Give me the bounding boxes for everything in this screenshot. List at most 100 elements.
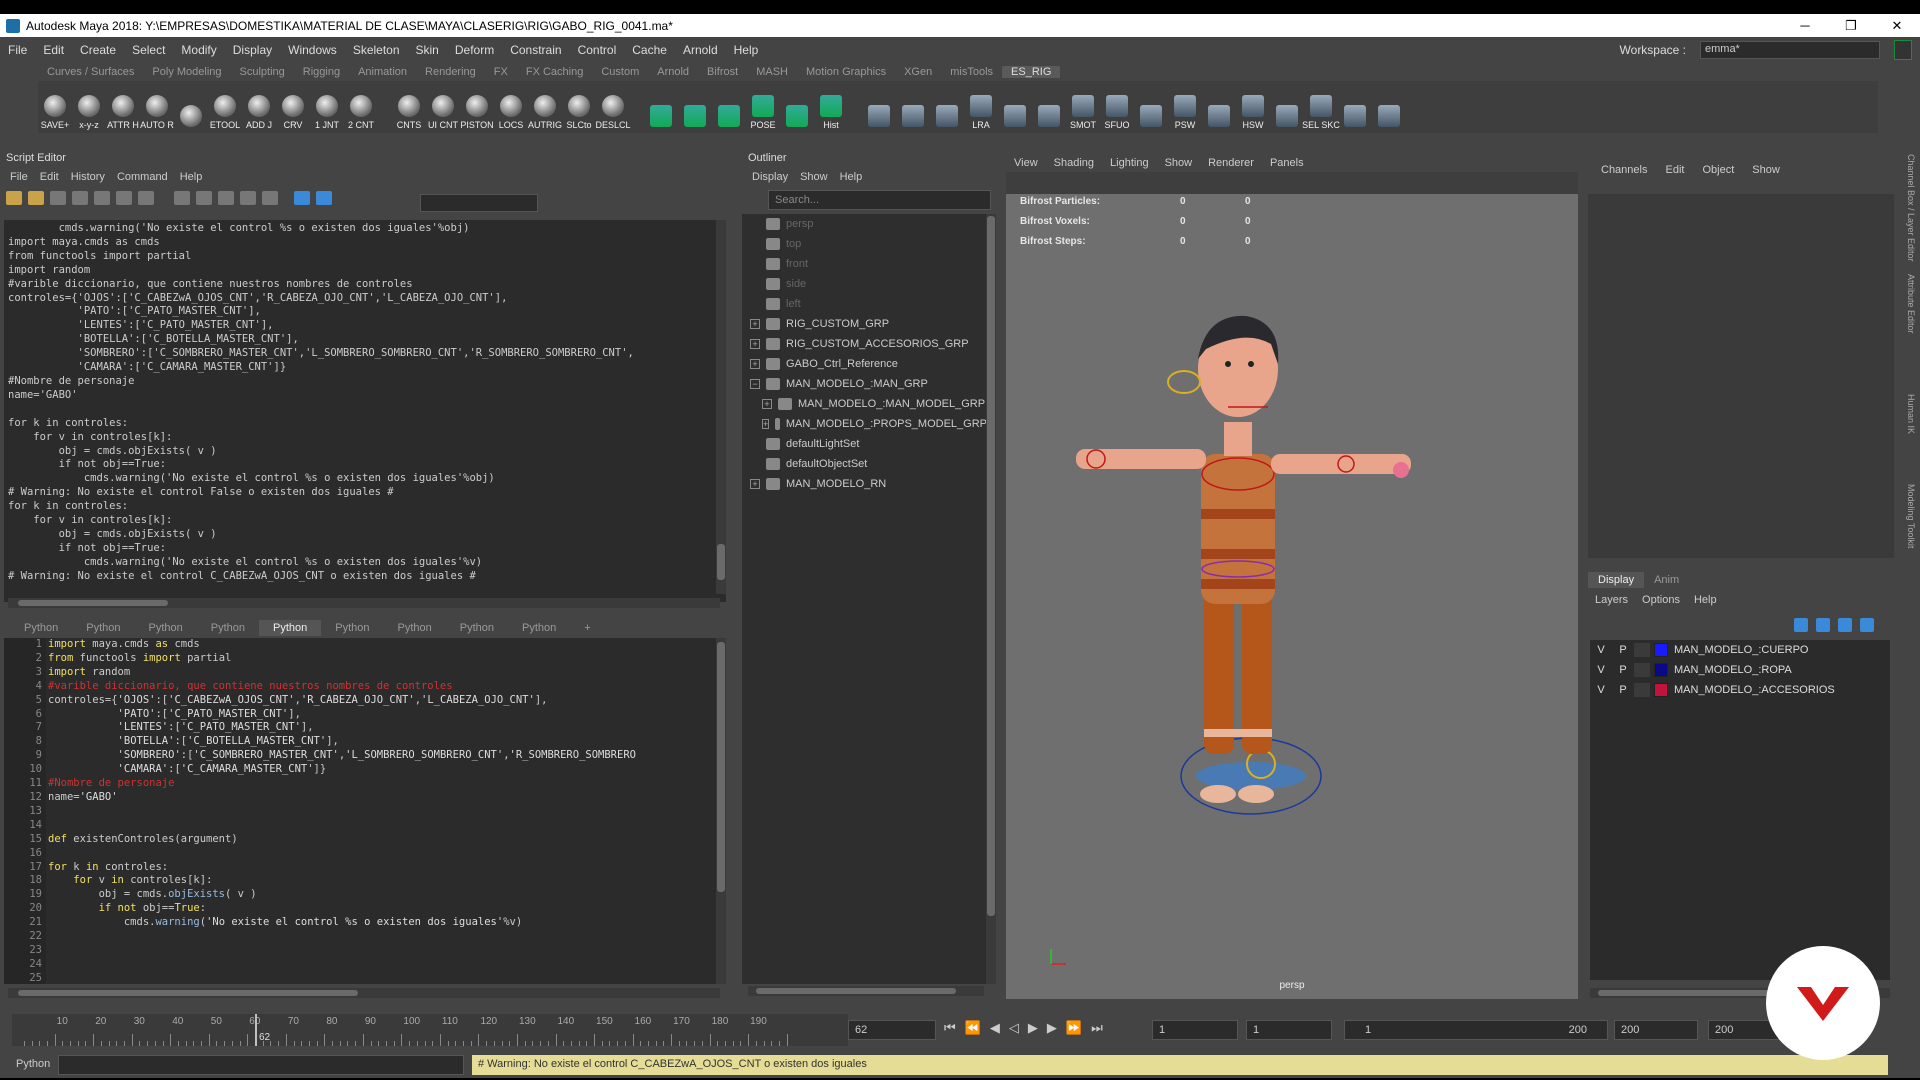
shelf-button[interactable]: 1 JNT <box>310 83 344 133</box>
viewport-menu-item[interactable]: Renderer <box>1200 157 1262 169</box>
outliner-item[interactable]: + RIG_CUSTOM_ACCESORIOS_GRP <box>742 334 987 354</box>
shelf-button[interactable] <box>998 83 1032 133</box>
shelf-tab[interactable]: Curves / Surfaces <box>38 66 143 78</box>
shelf-tab[interactable]: ES_RIG <box>1002 66 1061 78</box>
shelf-button[interactable]: ATTR H <box>106 83 140 133</box>
expand-icon[interactable]: + <box>750 319 760 329</box>
layer-color-swatch[interactable] <box>1654 643 1668 657</box>
layer-row[interactable]: V P MAN_MODELO_:ROPA <box>1590 660 1890 680</box>
load-script-icon[interactable] <box>28 191 44 205</box>
python-tab[interactable]: Python <box>259 620 322 636</box>
command-input[interactable] <box>58 1055 464 1075</box>
new-layer-icon[interactable] <box>1838 618 1852 632</box>
outliner-item[interactable]: + GABO_Ctrl_Reference <box>742 354 987 374</box>
outliner-item[interactable]: + MAN_MODELO_RN <box>742 474 987 494</box>
expand-icon[interactable]: + <box>762 399 772 409</box>
step-back-key-icon[interactable]: ⏪ <box>965 1020 990 1035</box>
show-history-icon[interactable] <box>174 191 190 205</box>
menu-item[interactable]: Display <box>225 43 280 57</box>
move-layer-up-icon[interactable] <box>1794 618 1808 632</box>
shelf-button[interactable] <box>1270 83 1304 133</box>
shelf-tab[interactable]: Motion Graphics <box>797 66 895 78</box>
shelf-button[interactable] <box>862 83 896 133</box>
shelf-button[interactable]: ADD J <box>242 83 276 133</box>
python-tab[interactable]: Python <box>384 620 446 636</box>
step-forward-frame-icon[interactable]: ▶ <box>1047 1020 1066 1035</box>
layer-playback-toggle[interactable]: P <box>1612 664 1634 676</box>
outliner-menu-item[interactable]: Show <box>794 171 834 183</box>
workspace-dropdown[interactable]: emma* <box>1700 41 1880 59</box>
shelf-tab[interactable]: XGen <box>895 66 941 78</box>
show-input-icon[interactable] <box>196 191 212 205</box>
menu-item[interactable]: Constrain <box>502 43 569 57</box>
python-tab[interactable]: Python <box>508 620 570 636</box>
shelf-button[interactable]: 2 CNT <box>344 83 378 133</box>
shelf-button[interactable]: LOCS <box>494 83 528 133</box>
layer-type-toggle[interactable] <box>1634 683 1650 697</box>
menu-item[interactable]: File <box>0 43 35 57</box>
play-back-icon[interactable]: ◁ <box>1009 1020 1028 1035</box>
history-vscroll-thumb[interactable] <box>717 544 725 580</box>
echo-commands-icon[interactable] <box>240 191 256 205</box>
menu-item[interactable]: Modify <box>173 43 224 57</box>
shelf-button[interactable]: AUTRIG <box>528 83 562 133</box>
shelf-button[interactable]: POSE <box>746 83 780 133</box>
menu-item[interactable]: Help <box>726 43 767 57</box>
outliner-item[interactable]: + RIG_CUSTOM_GRP <box>742 314 987 334</box>
layer-editor-tab[interactable]: Display <box>1588 572 1645 588</box>
outliner-hscroll[interactable] <box>748 986 984 996</box>
input-hscroll[interactable] <box>8 988 720 998</box>
expand-icon[interactable]: + <box>750 359 760 369</box>
shelf-button[interactable] <box>1202 83 1236 133</box>
python-tab[interactable]: Python <box>135 620 197 636</box>
range-start-field[interactable]: 1 <box>1152 1020 1238 1040</box>
shelf-button[interactable]: SMOT <box>1066 83 1100 133</box>
layer-type-toggle[interactable] <box>1634 663 1650 677</box>
shelf-tab[interactable]: FX Caching <box>517 66 592 78</box>
outliner-item[interactable]: + MAN_MODELO_:MAN_MODEL_GRP <box>742 394 987 414</box>
shelf-button[interactable]: Hist <box>814 83 848 133</box>
shelf-button[interactable]: x-y-z <box>72 83 106 133</box>
range-end-field[interactable]: 200 <box>1614 1020 1698 1040</box>
outliner-vscroll[interactable] <box>986 214 996 984</box>
layer-editor-menu-item[interactable]: Options <box>1635 594 1687 606</box>
range-inner-start-field[interactable]: 1 <box>1246 1020 1332 1040</box>
layer-visibility-toggle[interactable]: V <box>1590 684 1612 696</box>
outliner-item[interactable]: side <box>742 274 987 294</box>
shelf-tab[interactable]: FX <box>485 66 517 78</box>
outliner-item[interactable]: front <box>742 254 987 274</box>
shelf-button[interactable] <box>1338 83 1372 133</box>
step-forward-key-icon[interactable]: ⏩ <box>1066 1020 1091 1035</box>
add-tab-button[interactable]: + <box>570 620 604 636</box>
shelf-button[interactable]: PISTON <box>460 83 494 133</box>
shelf-button[interactable] <box>712 83 746 133</box>
menu-item[interactable]: Cache <box>624 43 675 57</box>
layer-playback-toggle[interactable]: P <box>1612 644 1634 656</box>
viewport[interactable]: persp <box>1006 154 1578 999</box>
go-to-start-icon[interactable]: ⏮ <box>944 1020 965 1035</box>
shelf-button[interactable]: SLCto <box>562 83 596 133</box>
viewport-menu-item[interactable]: Show <box>1157 157 1201 169</box>
shelf-tab[interactable]: Sculpting <box>231 66 294 78</box>
range-slider[interactable]: 1 200 <box>1344 1020 1608 1040</box>
input-hscroll-thumb[interactable] <box>18 990 358 996</box>
execute-icon[interactable] <box>316 191 332 205</box>
menu-item[interactable]: Control <box>570 43 625 57</box>
outliner-hscroll-thumb[interactable] <box>756 988 956 994</box>
expand-icon[interactable]: + <box>762 419 770 429</box>
python-tab[interactable]: Python <box>197 620 259 636</box>
line-numbers-icon[interactable] <box>262 191 278 205</box>
outliner-item[interactable]: top <box>742 234 987 254</box>
layer-color-swatch[interactable] <box>1654 683 1668 697</box>
side-tab[interactable]: Human IK <box>1906 394 1916 434</box>
outliner-menu-item[interactable]: Help <box>834 171 869 183</box>
input-vscroll-thumb[interactable] <box>717 642 725 892</box>
shelf-button[interactable]: CNTS <box>392 83 426 133</box>
shelf-button[interactable] <box>644 83 678 133</box>
close-button[interactable]: ✕ <box>1874 18 1920 34</box>
clear-history-icon[interactable] <box>94 191 110 205</box>
python-tab[interactable]: Python <box>72 620 134 636</box>
history-hscroll[interactable] <box>8 598 720 608</box>
channel-box-menu-item[interactable]: Edit <box>1656 164 1693 176</box>
clear-input-icon[interactable] <box>116 191 132 205</box>
